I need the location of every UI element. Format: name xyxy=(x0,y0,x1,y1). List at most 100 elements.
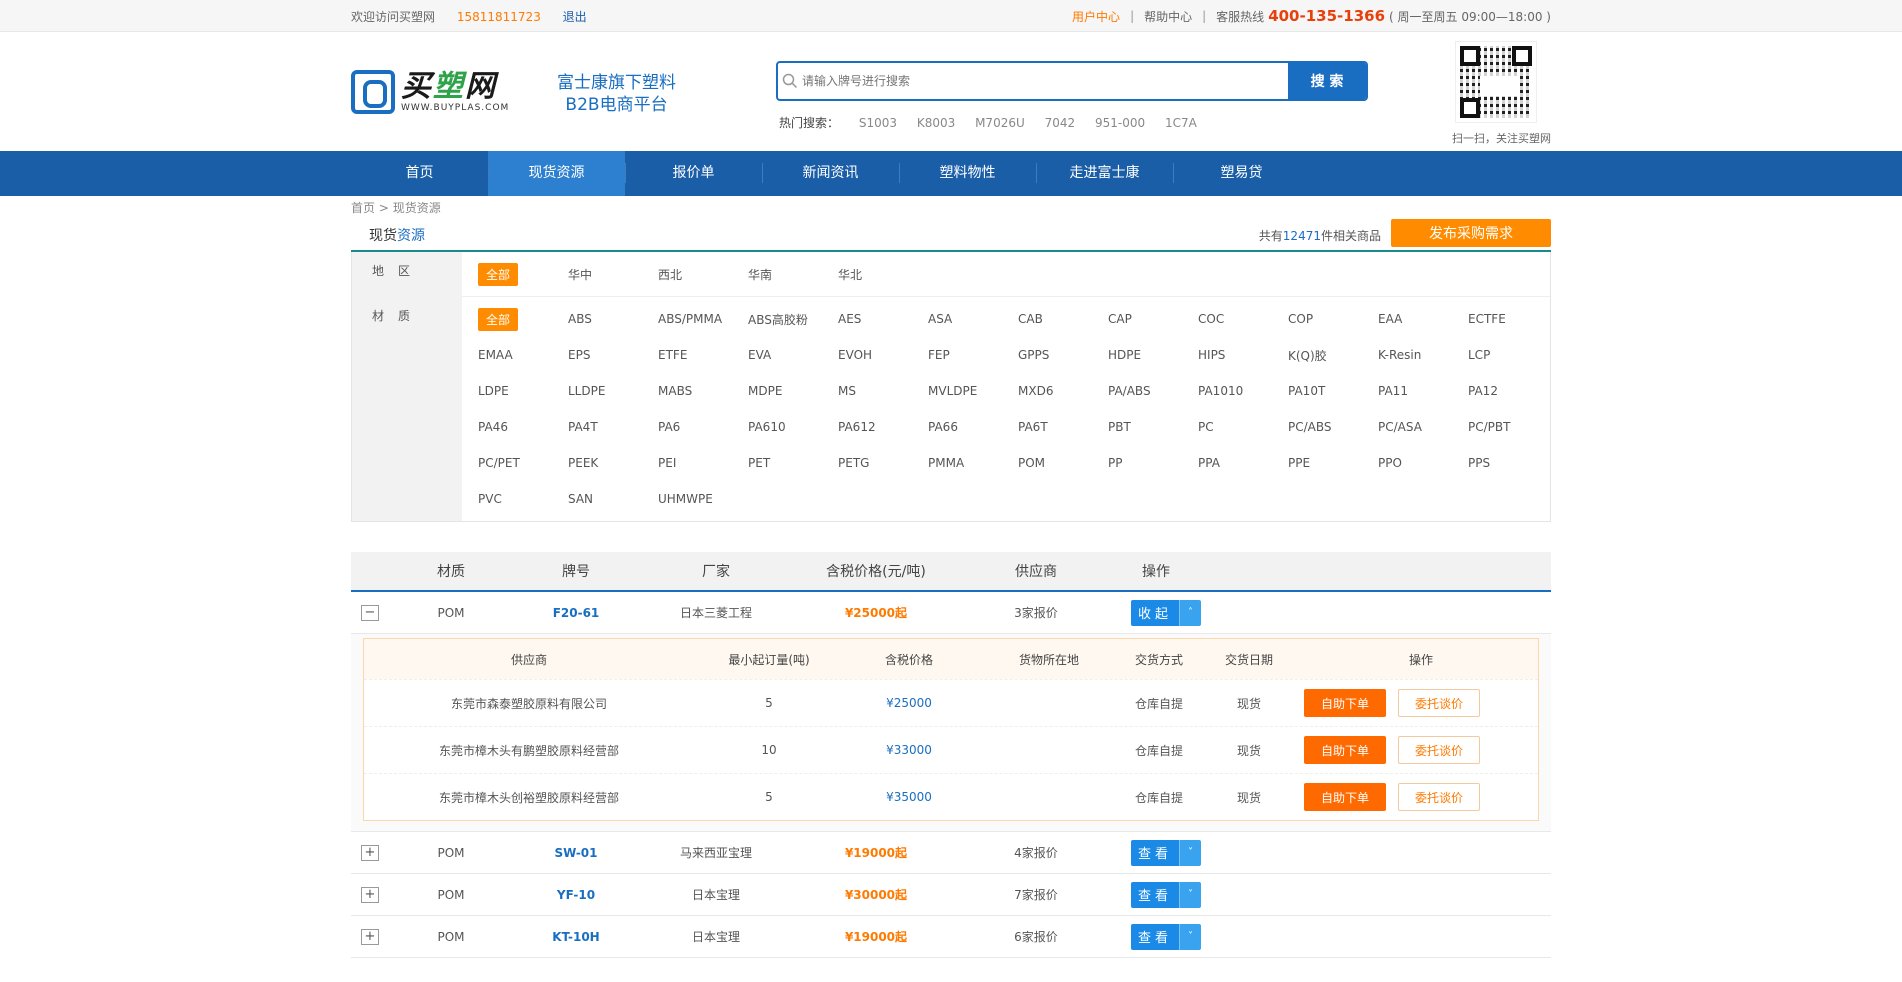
material-option[interactable]: ABS xyxy=(560,301,650,337)
material-option[interactable]: PPA xyxy=(1190,445,1280,481)
help-center-link[interactable]: 帮助中心 xyxy=(1144,8,1192,25)
material-option[interactable]: EVA xyxy=(740,337,830,373)
region-option[interactable]: 华北 xyxy=(830,256,920,292)
logout-link[interactable]: 退出 xyxy=(563,10,587,24)
region-option[interactable]: 华中 xyxy=(560,256,650,292)
material-option[interactable]: PPO xyxy=(1370,445,1460,481)
self-order-button[interactable]: 自助下单 xyxy=(1304,689,1386,717)
view-toggle-button[interactable]: 查看 ˅ xyxy=(1131,881,1201,908)
region-option[interactable]: 华南 xyxy=(740,256,830,292)
material-option[interactable]: PPS xyxy=(1460,445,1550,481)
material-option[interactable]: PA612 xyxy=(830,409,920,445)
material-option[interactable]: HIPS xyxy=(1190,337,1280,373)
self-order-button[interactable]: 自助下单 xyxy=(1304,783,1386,811)
material-option[interactable]: PA6T xyxy=(1010,409,1100,445)
negotiate-button[interactable]: 委托谈价 xyxy=(1398,689,1480,717)
material-option[interactable]: 全部 xyxy=(470,301,560,337)
view-toggle-button[interactable]: 查看 ˅ xyxy=(1131,923,1201,950)
hot-word-link[interactable]: 7042 xyxy=(1045,116,1076,130)
user-phone-link[interactable]: 15811811723 xyxy=(457,10,541,24)
nav-item-quotes[interactable]: 报价单 xyxy=(625,151,762,196)
material-option[interactable]: K(Q)胶 xyxy=(1280,337,1370,373)
negotiate-button[interactable]: 委托谈价 xyxy=(1398,736,1480,764)
material-option[interactable]: PMMA xyxy=(920,445,1010,481)
material-option[interactable]: MVLDPE xyxy=(920,373,1010,409)
material-option[interactable]: PA46 xyxy=(470,409,560,445)
material-option[interactable]: ABS高胶粉 xyxy=(740,301,830,337)
nav-item-news[interactable]: 新闻资讯 xyxy=(762,151,899,196)
material-option[interactable]: CAP xyxy=(1100,301,1190,337)
material-option[interactable]: PP xyxy=(1100,445,1190,481)
material-option[interactable]: PA66 xyxy=(920,409,1010,445)
material-option[interactable]: PC/PBT xyxy=(1460,409,1550,445)
material-option[interactable]: PETG xyxy=(830,445,920,481)
nav-item-about[interactable]: 走进富士康 xyxy=(1036,151,1173,196)
material-option[interactable]: GPPS xyxy=(1010,337,1100,373)
material-option[interactable]: PA10T xyxy=(1280,373,1370,409)
material-option[interactable]: ECTFE xyxy=(1460,301,1550,337)
search-button[interactable]: 搜 索 xyxy=(1288,63,1366,99)
region-option[interactable]: 全部 xyxy=(470,256,560,292)
material-option[interactable]: PC xyxy=(1190,409,1280,445)
region-option[interactable]: 西北 xyxy=(650,256,740,292)
search-input[interactable] xyxy=(802,63,1288,99)
hot-word-link[interactable]: M7026U xyxy=(975,116,1025,130)
material-option[interactable]: LLDPE xyxy=(560,373,650,409)
material-option[interactable]: PC/ASA xyxy=(1370,409,1460,445)
material-option[interactable]: PA12 xyxy=(1460,373,1550,409)
material-option[interactable]: PA11 xyxy=(1370,373,1460,409)
material-option[interactable]: CAB xyxy=(1010,301,1100,337)
brand-link[interactable]: SW-01 xyxy=(511,846,641,860)
material-option[interactable]: PA6 xyxy=(650,409,740,445)
material-option[interactable]: PPE xyxy=(1280,445,1370,481)
brand-link[interactable]: YF-10 xyxy=(511,888,641,902)
expand-toggle[interactable]: + xyxy=(361,928,379,945)
expand-toggle[interactable]: + xyxy=(361,844,379,861)
material-option[interactable]: MABS xyxy=(650,373,740,409)
site-logo[interactable]: 买塑网 WWW.BUYPLAS.COM xyxy=(351,70,509,114)
hot-word-link[interactable]: S1003 xyxy=(859,116,897,130)
material-option[interactable]: FEP xyxy=(920,337,1010,373)
breadcrumb-home[interactable]: 首页 xyxy=(351,201,375,215)
nav-item-loan[interactable]: 塑易贷 xyxy=(1173,151,1310,196)
view-toggle-button[interactable]: 收起 ˄ xyxy=(1131,599,1201,626)
hot-word-link[interactable]: 1C7A xyxy=(1165,116,1197,130)
negotiate-button[interactable]: 委托谈价 xyxy=(1398,783,1480,811)
material-option[interactable]: EPS xyxy=(560,337,650,373)
material-option[interactable]: PEEK xyxy=(560,445,650,481)
material-option[interactable]: ETFE xyxy=(650,337,740,373)
material-option[interactable]: PA/ABS xyxy=(1100,373,1190,409)
nav-item-spot[interactable]: 现货资源 xyxy=(488,151,625,196)
material-option[interactable]: HDPE xyxy=(1100,337,1190,373)
material-option[interactable]: LCP xyxy=(1460,337,1550,373)
publish-demand-button[interactable]: 发布采购需求 xyxy=(1391,219,1551,247)
material-option[interactable]: PA4T xyxy=(560,409,650,445)
material-option[interactable]: EMAA xyxy=(470,337,560,373)
brand-link[interactable]: KT-10H xyxy=(511,930,641,944)
view-toggle-button[interactable]: 查看 ˅ xyxy=(1131,839,1201,866)
expand-toggle[interactable]: + xyxy=(361,886,379,903)
hot-word-link[interactable]: 951-000 xyxy=(1095,116,1145,130)
material-option[interactable]: EAA xyxy=(1370,301,1460,337)
material-option[interactable]: ABS/PMMA xyxy=(650,301,740,337)
material-option[interactable]: MDPE xyxy=(740,373,830,409)
hot-word-link[interactable]: K8003 xyxy=(917,116,955,130)
material-option[interactable]: COP xyxy=(1280,301,1370,337)
brand-link[interactable]: F20-61 xyxy=(511,606,641,620)
material-option[interactable]: EVOH xyxy=(830,337,920,373)
material-option[interactable]: PBT xyxy=(1100,409,1190,445)
material-option[interactable]: AES xyxy=(830,301,920,337)
material-option[interactable]: MS xyxy=(830,373,920,409)
material-option[interactable]: PEI xyxy=(650,445,740,481)
material-option[interactable]: MXD6 xyxy=(1010,373,1100,409)
material-option[interactable]: POM xyxy=(1010,445,1100,481)
material-option[interactable]: PA1010 xyxy=(1190,373,1280,409)
material-option[interactable]: ASA xyxy=(920,301,1010,337)
nav-item-home[interactable]: 首页 xyxy=(351,151,488,196)
material-option[interactable]: LDPE xyxy=(470,373,560,409)
material-option[interactable]: SAN xyxy=(560,481,650,517)
expand-toggle[interactable]: − xyxy=(361,604,379,621)
material-option[interactable]: K-Resin xyxy=(1370,337,1460,373)
material-option[interactable]: COC xyxy=(1190,301,1280,337)
nav-item-properties[interactable]: 塑料物性 xyxy=(899,151,1036,196)
